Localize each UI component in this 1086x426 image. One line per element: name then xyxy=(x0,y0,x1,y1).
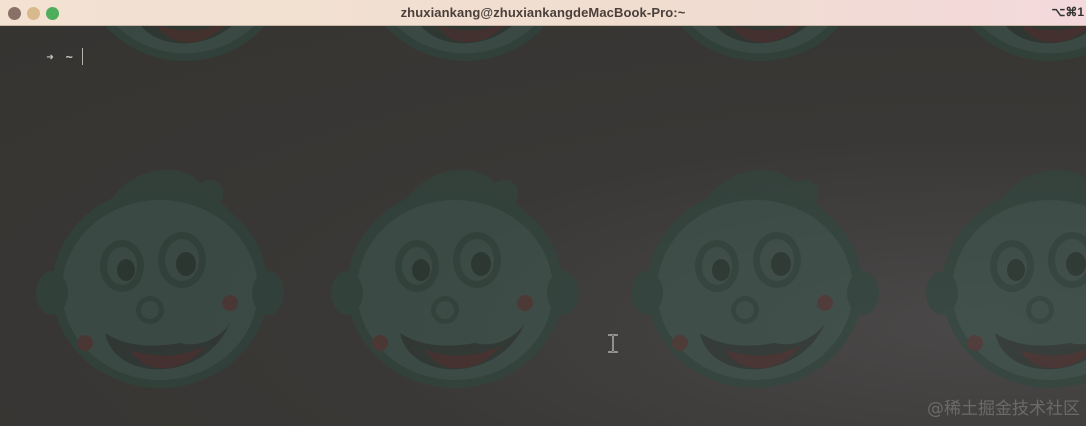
window-title: zhuxiankang@zhuxiankangdeMacBook-Pro:~ xyxy=(400,5,686,20)
window-shortcut: ⌥⌘1 xyxy=(1051,5,1084,19)
terminal-window: zhuxiankang@zhuxiankangdeMacBook-Pro:~ ⌥… xyxy=(0,0,1086,426)
cartoon-face-wallpaper xyxy=(36,26,1086,388)
title-bar[interactable]: zhuxiankang@zhuxiankangdeMacBook-Pro:~ ⌥… xyxy=(0,0,1086,26)
prompt-directory: ~ xyxy=(65,50,73,64)
watermark: @稀土掘金技术社区 xyxy=(927,399,1080,419)
text-cursor xyxy=(81,48,83,65)
prompt-line[interactable]: ➜ ~ xyxy=(3,34,83,79)
terminal-area[interactable]: ➜ ~ @稀土掘金技术社区 xyxy=(0,26,1086,426)
ibeam-cursor-icon xyxy=(608,334,618,353)
prompt-arrow-icon: ➜ xyxy=(46,50,54,64)
